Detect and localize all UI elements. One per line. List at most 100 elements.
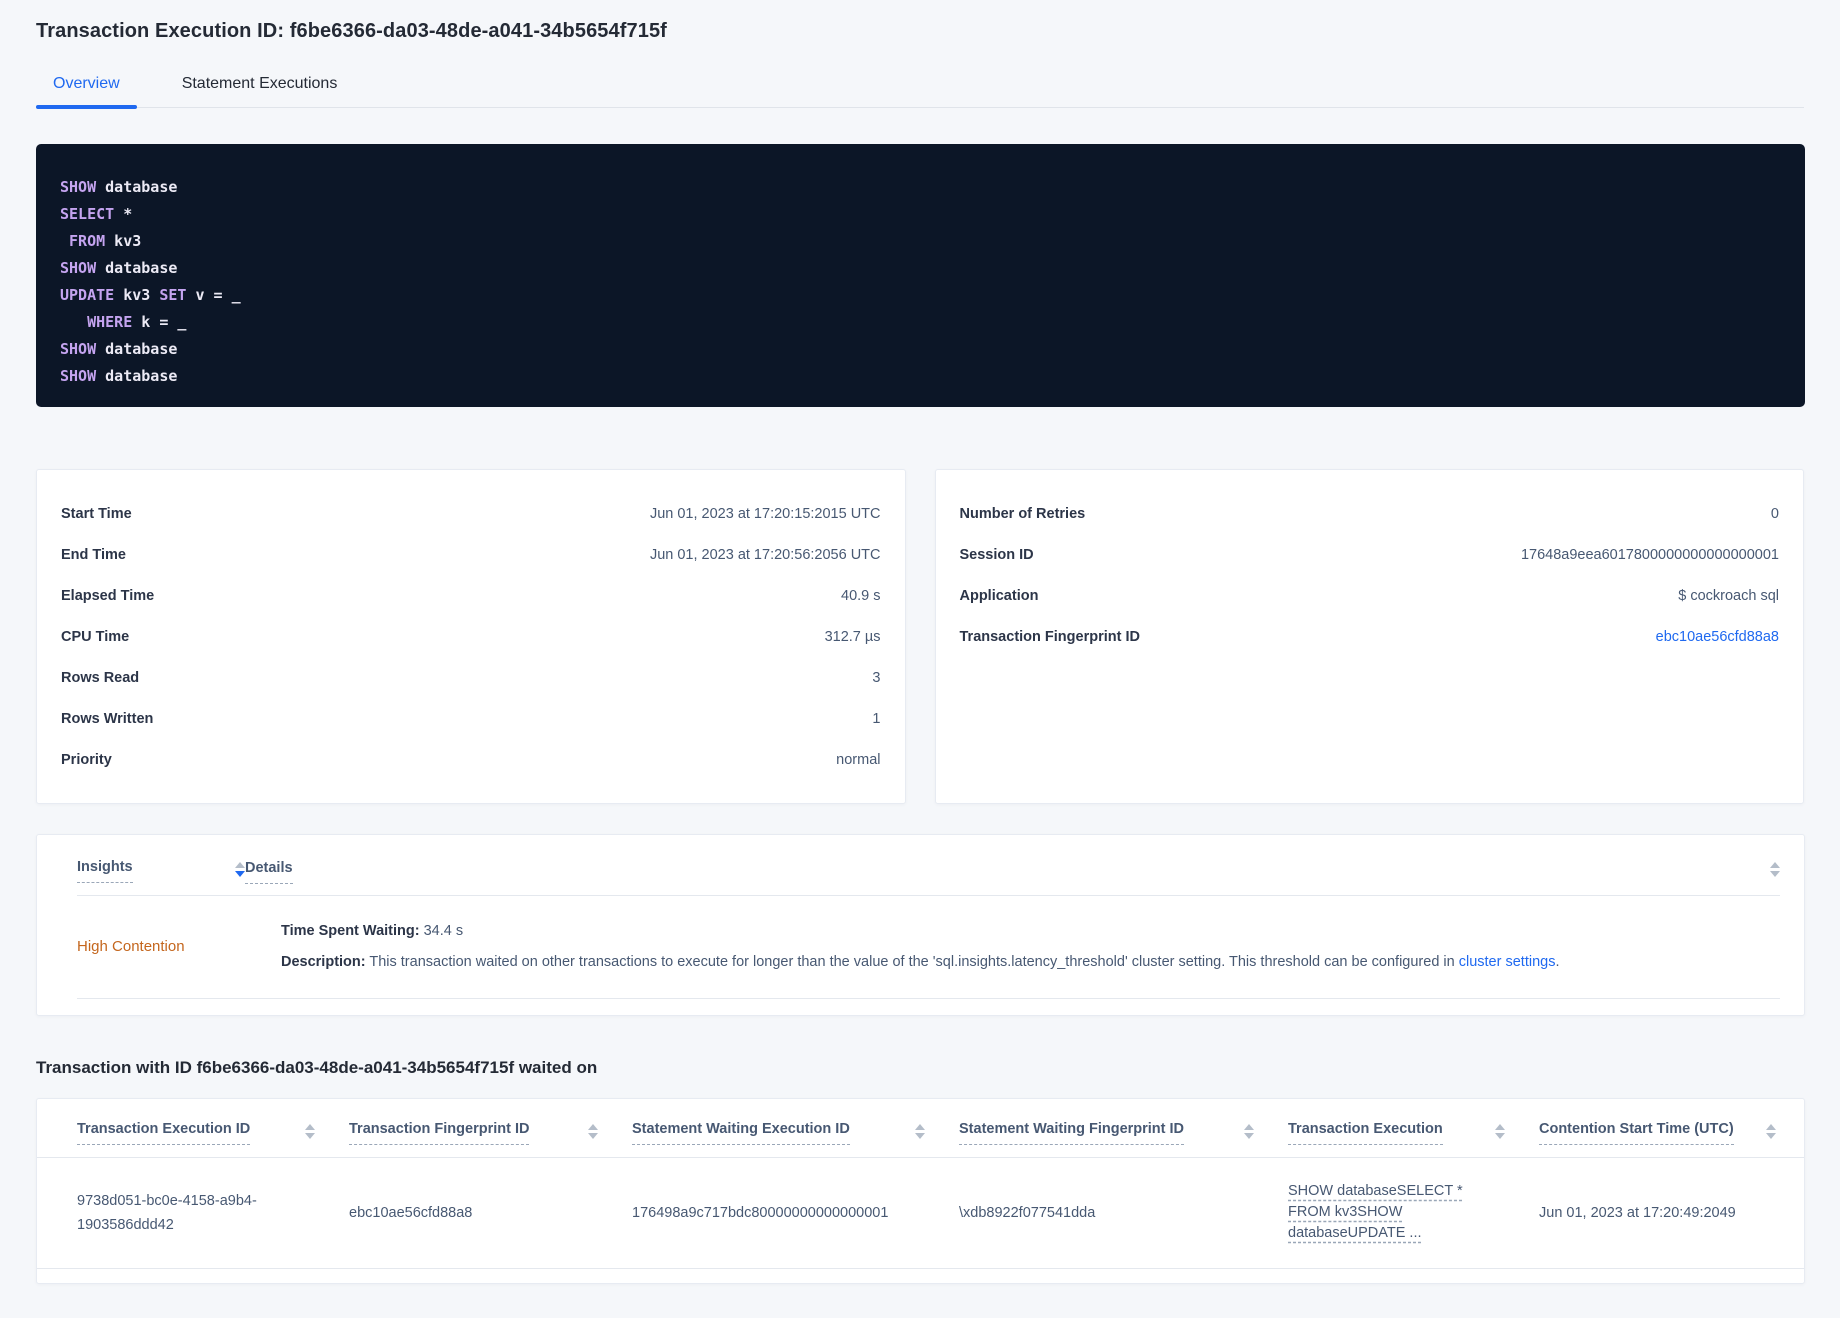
cell-statement-waiting-fingerprint-id: \xdb8922f077541dda (959, 1205, 1096, 1221)
summary-value: 3 (872, 670, 881, 686)
column-header[interactable]: Statement Waiting Execution ID (632, 1121, 959, 1145)
insight-row: High Contention Time Spent Waiting: 34.4… (77, 896, 1780, 999)
sort-down-arrow-icon (1766, 1133, 1776, 1139)
summary-value: $ cockroach sql (1678, 588, 1779, 604)
insight-details: Time Spent Waiting: 34.4 s Description: … (249, 921, 1780, 972)
summary-row: Start Time Jun 01, 2023 at 17:20:15:2015 … (61, 494, 881, 535)
column-header-label: Statement Waiting Execution ID (632, 1121, 850, 1145)
cluster-settings-link[interactable]: cluster settings (1459, 954, 1556, 970)
summary-value: Jun 01, 2023 at 17:20:56:2056 UTC (649, 547, 881, 563)
summary-value: normal (836, 752, 881, 768)
sort-icon[interactable] (235, 862, 245, 877)
details-column-header[interactable]: Details (245, 859, 293, 884)
tab-statement-executions-label: Statement Executions (181, 75, 338, 92)
tab-statement-executions[interactable]: Statement Executions (165, 67, 355, 107)
summary-value: 0 (1770, 506, 1779, 522)
cell-transaction-fingerprint-id: ebc10ae56cfd88a8 (349, 1205, 473, 1221)
cell-contention-start-time: Jun 01, 2023 at 17:20:49:2049 (1539, 1205, 1736, 1221)
summary-label: Elapsed Time (61, 588, 155, 604)
sort-icon[interactable] (305, 1124, 315, 1139)
insights-card: Insights Details High Contention Time Sp… (36, 834, 1805, 1016)
sql-code-line: SHOW database (60, 259, 178, 277)
column-header-label: Transaction Execution ID (77, 1121, 251, 1145)
column-header[interactable]: Contention Start Time (UTC) (1539, 1121, 1780, 1145)
summary-row: Rows Written 1 (61, 699, 881, 740)
column-header[interactable]: Transaction Execution ID (77, 1121, 349, 1145)
insights-table-header: Insights Details (77, 859, 1780, 896)
sort-down-arrow-icon (235, 871, 245, 877)
sql-code-line: FROM kv3 (69, 232, 142, 250)
column-header[interactable]: Transaction Fingerprint ID (349, 1121, 632, 1145)
sort-up-arrow-icon (1495, 1124, 1505, 1130)
sort-down-arrow-icon (1770, 871, 1780, 877)
sql-code-block: SHOW database SELECT * FROM kv3 SHOW datab… (36, 144, 1805, 407)
transaction-execution-link[interactable]: SHOW databaseSELECT * FROM kv3SHOW datab… (1288, 1181, 1473, 1244)
sort-icon[interactable] (588, 1124, 598, 1139)
summary-value: Jun 01, 2023 at 17:20:15:2015 UTC (649, 506, 881, 522)
insights-column-header[interactable]: Insights (77, 859, 245, 883)
sort-up-arrow-icon (1244, 1124, 1254, 1130)
summary-label: Rows Written (61, 711, 154, 727)
summary-label: Rows Read (61, 670, 140, 686)
column-header[interactable]: Statement Waiting Fingerprint ID (959, 1121, 1288, 1145)
sort-icon[interactable] (1244, 1124, 1254, 1139)
tab-overview[interactable]: Overview (36, 67, 137, 109)
sql-code-line: SELECT * (60, 205, 133, 223)
cell-statement-waiting-execution-id: 176498a9c717bdc80000000000000001 (632, 1205, 889, 1221)
sort-up-arrow-icon (305, 1124, 315, 1130)
sql-code-line: SHOW database (60, 178, 178, 196)
sort-up-arrow-icon (1766, 1124, 1776, 1130)
summary-row: Application $ cockroach sql (960, 576, 1780, 617)
transaction-details-page: Transaction Execution ID: f6be6366-da03-… (0, 0, 1840, 1318)
sql-code-line: SHOW database (60, 367, 178, 385)
sort-down-arrow-icon (1495, 1133, 1505, 1139)
sql-code-line: SHOW database (60, 340, 178, 358)
summary-row: Priority normal (61, 740, 881, 781)
summary-label: CPU Time (61, 629, 130, 645)
summary-label: Application (959, 588, 1039, 604)
description-text: This transaction waited on other transac… (365, 953, 1459, 970)
summary-card-left: Start Time Jun 01, 2023 at 17:20:15:2015 … (36, 469, 906, 804)
summary-value: 312.7 µs (824, 629, 881, 645)
column-header[interactable]: Transaction Execution (1288, 1121, 1539, 1145)
summary-cards-row: Start Time Jun 01, 2023 at 17:20:15:2015 … (36, 469, 1804, 804)
sort-icon[interactable] (1495, 1124, 1505, 1139)
column-header-label: Statement Waiting Fingerprint ID (959, 1121, 1185, 1145)
transaction-fingerprint-id-link[interactable]: ebc10ae56cfd88a8 (1656, 627, 1779, 648)
time-spent-waiting-value: 34.4 s (419, 922, 464, 939)
summary-label: Number of Retries (959, 506, 1086, 522)
summary-value: 1 (872, 711, 881, 727)
tab-overview-label: Overview (53, 75, 120, 92)
summary-row: Session ID 17648a9eea60178000000000000000… (960, 535, 1780, 576)
summary-label: Session ID (959, 547, 1034, 563)
summary-label: Transaction Fingerprint ID (959, 629, 1140, 645)
column-header-label: Contention Start Time (UTC) (1539, 1121, 1734, 1145)
summary-label: Start Time (61, 506, 132, 522)
cell-transaction-execution: SHOW databaseSELECT * FROM kv3SHOW datab… (1288, 1181, 1539, 1245)
sort-icon[interactable] (1766, 1124, 1776, 1139)
summary-row: CPU Time 312.7 µs (61, 617, 881, 658)
time-spent-waiting-line: Time Spent Waiting: 34.4 s (281, 921, 1780, 941)
sort-down-arrow-icon (915, 1133, 925, 1139)
description-line: Description: This transaction waited on … (281, 952, 1780, 972)
page-title: Transaction Execution ID: f6be6366-da03-… (36, 20, 667, 42)
summary-value: 40.9 s (841, 588, 881, 604)
sql-code-line: WHERE k = _ (87, 313, 187, 331)
summary-row: Rows Read 3 (61, 658, 881, 699)
active-tab-underline (36, 105, 137, 109)
sort-up-arrow-icon (235, 862, 245, 868)
summary-row: Transaction Fingerprint ID ebc10ae56cfd88… (960, 617, 1780, 658)
waited-on-heading: Transaction with ID f6be6366-da03-48de-a… (36, 1058, 598, 1077)
sort-icon[interactable] (915, 1124, 925, 1139)
summary-row: End Time Jun 01, 2023 at 17:20:56:2056 UT… (61, 535, 881, 576)
sort-up-arrow-icon (588, 1124, 598, 1130)
tab-bar: Overview Statement Executions (36, 67, 1804, 109)
time-spent-waiting-label: Time Spent Waiting: (281, 922, 420, 939)
summary-row: Number of Retries 0 (960, 494, 1780, 535)
insights-column-label: Insights (77, 859, 133, 883)
sort-down-arrow-icon (588, 1133, 598, 1139)
sort-down-arrow-icon (1244, 1133, 1254, 1139)
summary-card-right: Number of Retries 0 Session ID 17648a9eea60… (934, 469, 1804, 804)
sort-icon[interactable] (1770, 862, 1780, 877)
column-header-label: Transaction Execution (1288, 1121, 1443, 1145)
